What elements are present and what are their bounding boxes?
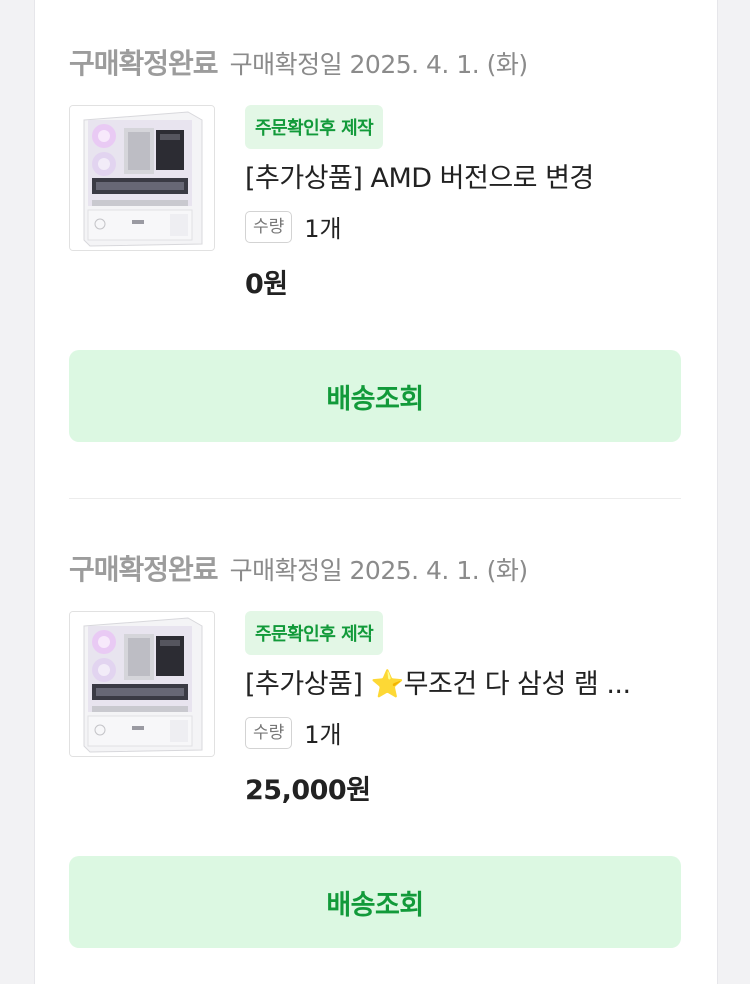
track-shipping-button[interactable]: 배송조회 [69,350,681,442]
product-info: 주문확인후 제작 [추가상품] AMD 버전으로 변경 수량 1개 0원 [245,105,685,301]
quantity-label: 수량 [245,210,293,243]
quantity-row: 수량 1개 [245,715,685,750]
product-title[interactable]: [추가상품] AMD 버전으로 변경 [245,161,685,197]
track-shipping-button[interactable]: 배송조회 [69,856,681,948]
product-price: 25,000원 [245,775,371,806]
pc-case-thumbnail-icon [70,612,214,756]
title-prefix: [추가상품] [245,669,371,700]
product-info: 주문확인후 제작 [추가상품] ⭐무조건 다 삼성 램 ... 수량 1개 25… [245,611,685,807]
production-badge: 주문확인후 제작 [245,105,384,149]
quantity-row: 수량 1개 [245,209,685,244]
order-status-line: 구매확정완료 구매확정일 2025. 4. 1. (화) [69,42,528,82]
title-rest: 무조건 다 삼성 램 ... [403,669,631,700]
product-price: 0원 [245,269,288,300]
quantity-value: 1개 [304,721,342,749]
pc-case-thumbnail-icon [70,106,214,250]
order-status-line: 구매확정완료 구매확정일 2025. 4. 1. (화) [69,548,528,588]
confirm-date: 구매확정일 2025. 4. 1. (화) [229,50,529,79]
confirm-date: 구매확정일 2025. 4. 1. (화) [229,556,529,585]
product-title[interactable]: [추가상품] ⭐무조건 다 삼성 램 ... [245,667,685,703]
product-image[interactable] [69,611,215,757]
star-icon: ⭐ [370,669,405,700]
quantity-value: 1개 [304,215,342,243]
order-list-card: 구매확정완료 구매확정일 2025. 4. 1. (화) 주문확인후 제작 [추… [34,0,718,984]
production-badge: 주문확인후 제작 [245,611,384,655]
quantity-label: 수량 [245,716,293,749]
order-status: 구매확정완료 [69,47,219,80]
order-status: 구매확정완료 [69,553,219,586]
order-divider [69,498,681,499]
product-image[interactable] [69,105,215,251]
